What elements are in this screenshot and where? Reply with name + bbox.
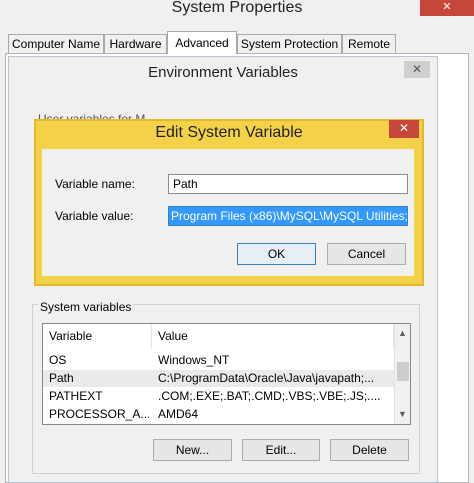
edit-button[interactable]: Edit... [242, 439, 320, 461]
row-variable: Path [49, 371, 74, 385]
variable-value-label: Variable value: [55, 209, 134, 223]
scroll-up-icon[interactable]: ▲ [395, 325, 410, 341]
column-header-value[interactable]: Value [152, 324, 394, 349]
edit-dialog-title: Edit System Variable [155, 124, 303, 141]
row-variable: PATHEXT [49, 389, 103, 403]
scroll-thumb[interactable] [397, 362, 409, 381]
row-variable: OS [49, 353, 67, 367]
environment-variables-title: Environment Variables [148, 64, 298, 81]
system-properties-close-button[interactable]: ✕ [420, 0, 474, 16]
table-row-selected[interactable]: Path C:\ProgramData\Oracle\Java\javapath… [43, 370, 394, 387]
tab-computer-name[interactable]: Computer Name [8, 34, 104, 53]
delete-button[interactable]: Delete [330, 439, 409, 461]
row-value: Windows_NT [158, 353, 230, 367]
scroll-down-icon[interactable]: ▼ [395, 406, 410, 422]
row-value: .COM;.EXE;.BAT;.CMD;.VBS;.VBE;.JS;.... [158, 389, 381, 403]
variable-name-label: Variable name: [55, 177, 135, 191]
system-properties-title: System Properties [171, 0, 303, 16]
row-value: C:\ProgramData\Oracle\Java\javapath;... [158, 371, 375, 385]
table-row[interactable]: PROCESSOR_A... AMD64 [43, 406, 394, 423]
environment-variables-close-button[interactable]: ✕ [404, 61, 430, 78]
tab-system-protection[interactable]: System Protection [237, 34, 342, 53]
row-value: AMD64 [158, 407, 199, 421]
table-row[interactable]: OS Windows_NT [43, 352, 394, 369]
ok-button[interactable]: OK [237, 243, 316, 265]
system-variables-table[interactable]: Variable Value OS Windows_NT Path C:\Pro… [42, 323, 411, 425]
tab-advanced[interactable]: Advanced [167, 31, 237, 54]
column-header-variable[interactable]: Variable [43, 324, 152, 349]
cancel-button[interactable]: Cancel [327, 243, 406, 265]
variable-value-input[interactable]: Program Files (x86)\MySQL\MySQL Utilitie… [168, 206, 408, 226]
variable-name-input[interactable]: Path [168, 174, 408, 194]
system-variables-label: System variables [38, 300, 134, 314]
table-row[interactable]: PATHEXT .COM;.EXE;.BAT;.CMD;.VBS;.VBE;.J… [43, 388, 394, 405]
edit-dialog-close-button[interactable]: ✕ [389, 120, 419, 138]
row-variable: PROCESSOR_A... [49, 407, 149, 421]
tab-remote[interactable]: Remote [342, 34, 396, 53]
vertical-scrollbar[interactable]: ▲ ▼ [394, 324, 410, 424]
new-button[interactable]: New... [153, 439, 232, 461]
tab-hardware[interactable]: Hardware [104, 34, 167, 53]
